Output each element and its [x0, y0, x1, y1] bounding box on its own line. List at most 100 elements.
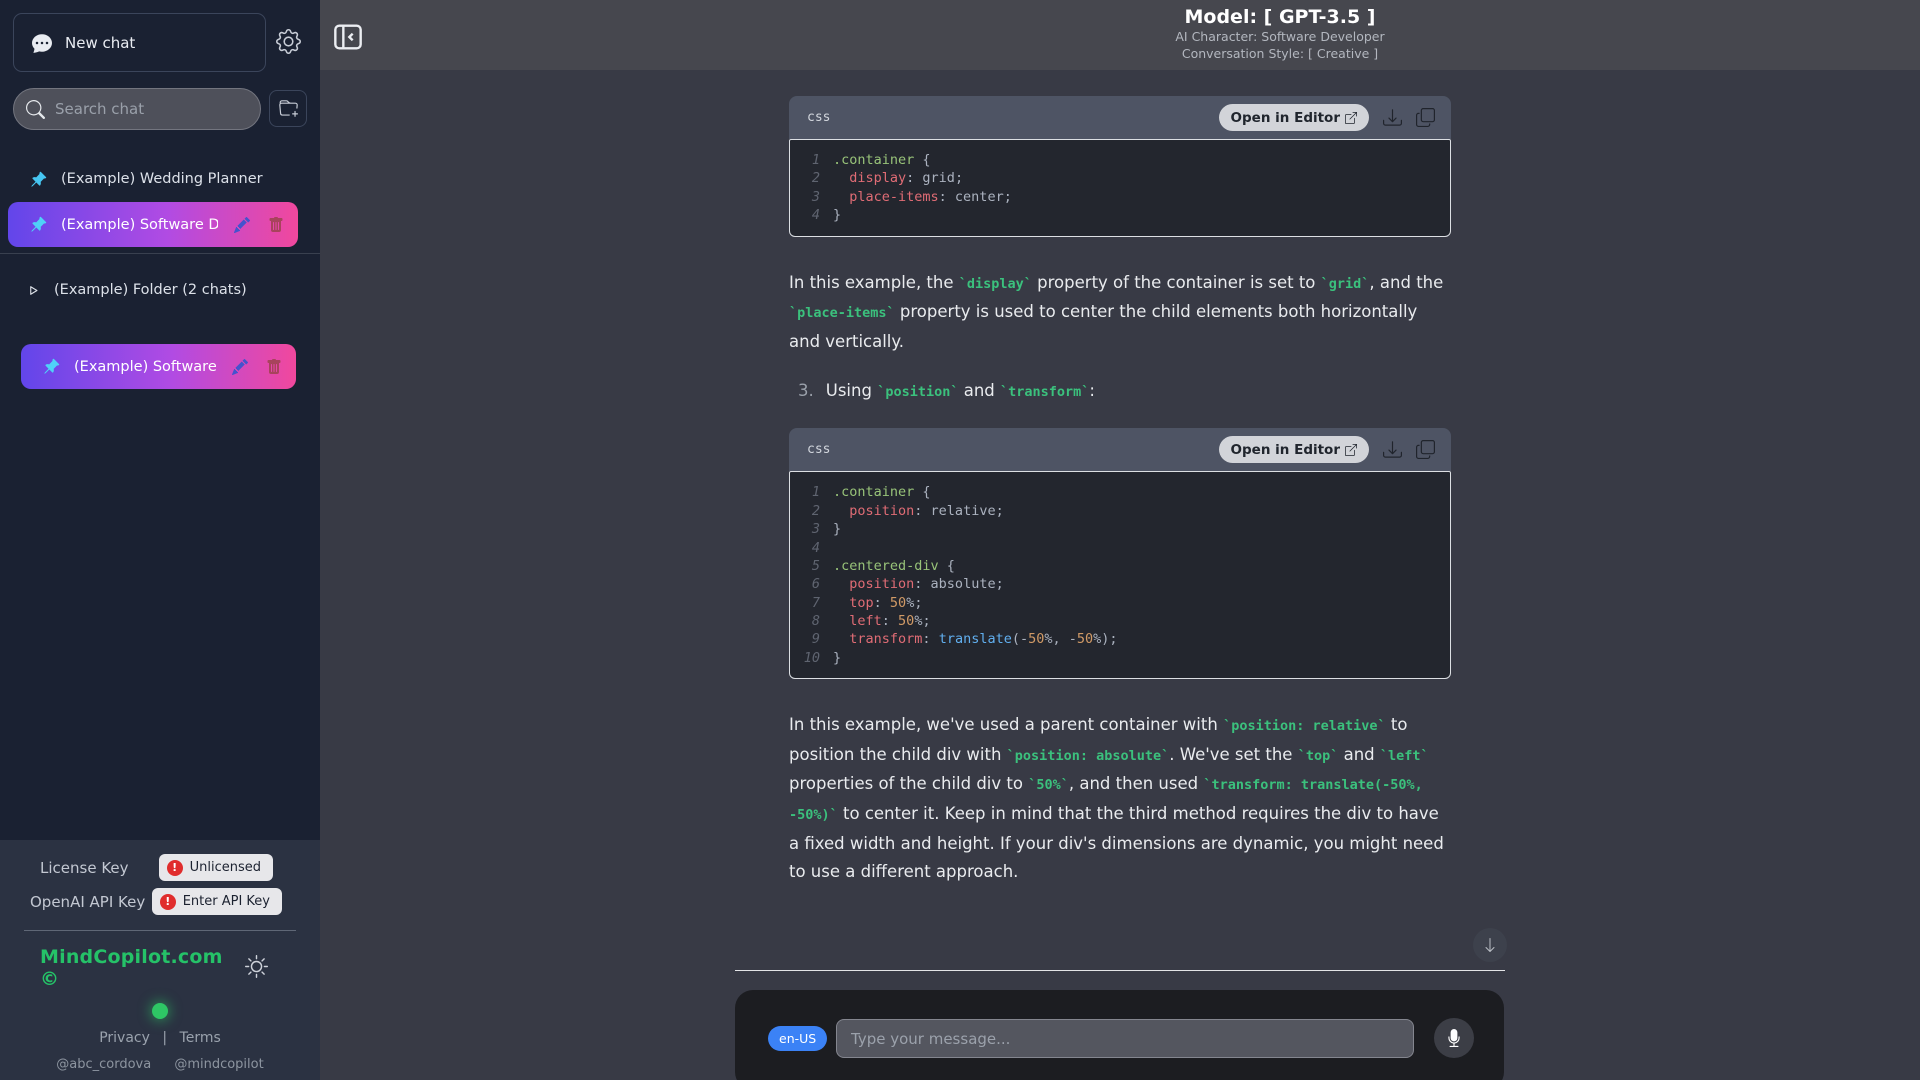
download-code-button[interactable]	[1383, 440, 1402, 459]
new-folder-button[interactable]	[269, 90, 307, 127]
code-line: 6 position: absolute;	[802, 575, 1436, 593]
delete-chat-button[interactable]	[266, 215, 286, 235]
inline-code: `transform`	[1000, 384, 1090, 401]
terms-link[interactable]: Terms	[180, 1030, 221, 1046]
code-token: translate	[938, 631, 1012, 648]
pin-icon	[44, 358, 60, 374]
edit-icon	[232, 358, 248, 375]
code-token: 50	[1028, 631, 1045, 648]
edit-icon	[234, 216, 250, 233]
mic-button[interactable]	[1434, 1018, 1474, 1058]
main-area: Model: [ GPT-3.5 ] AI Character: Softwar…	[320, 0, 1920, 1080]
code-token: %);	[1093, 631, 1118, 648]
license-row: License Key ! Unlicensed	[40, 854, 273, 881]
status-dot	[152, 1003, 168, 1019]
open-in-editor-label: Open in Editor	[1230, 441, 1340, 458]
line-number: 10	[803, 649, 820, 666]
code-block-header: css Open in Editor	[789, 96, 1451, 139]
message-input[interactable]	[836, 1019, 1414, 1058]
conversation-settings-header: Model: [ GPT-3.5 ] AI Character: Softwar…	[1175, 6, 1384, 62]
code-token: transform	[849, 631, 923, 648]
copy-code-button[interactable]	[1416, 440, 1435, 460]
line-number: 1	[811, 152, 820, 168]
code-token: left	[849, 613, 882, 630]
brand-logo-text: MindCopilot.com ©	[40, 946, 223, 990]
sidebar-footer: License Key ! Unlicensed OpenAI API Key …	[0, 840, 320, 1080]
microphone-icon	[1448, 1029, 1460, 1047]
line-number: 3	[811, 521, 820, 538]
enter-api-key-badge[interactable]: ! Enter API Key	[151, 888, 282, 915]
search-icon	[26, 99, 45, 119]
alert-icon: !	[159, 893, 176, 910]
sidebar-search-row	[13, 88, 307, 130]
download-code-button[interactable]	[1383, 108, 1402, 127]
text-run: Using	[825, 381, 878, 401]
code-actions: Open in Editor	[1218, 436, 1435, 464]
ordered-list-item: 3. Using `position` and `transform`:	[789, 381, 1451, 400]
code-line: 1 .container {	[802, 483, 1436, 501]
text-run: and	[958, 381, 1001, 401]
code-token: : relative;	[914, 502, 1004, 519]
external-link-icon	[1345, 443, 1357, 456]
sidebar-item-chat[interactable]: (Example) Software Developer	[8, 202, 298, 247]
message-paragraph: In this example, we've used a parent con…	[789, 711, 1451, 887]
sidebar-item-chat[interactable]: (Example) Software De...	[21, 344, 296, 389]
footer-links: Privacy | Terms	[0, 1030, 320, 1046]
line-number: 4	[811, 207, 820, 224]
line-number: 7	[811, 594, 820, 611]
code-token: }	[833, 649, 842, 666]
message-paragraph: In this example, the `display` property …	[789, 269, 1451, 357]
delete-chat-button[interactable]	[264, 357, 284, 377]
line-number: 3	[811, 188, 820, 205]
theme-toggle-button[interactable]	[243, 953, 270, 983]
collapse-sidebar-icon	[334, 23, 362, 50]
chat-list-divider	[0, 253, 320, 254]
code-token: : center;	[938, 188, 1012, 205]
folder-label: (Example) Folder (2 chats)	[54, 282, 247, 298]
link-separator: |	[162, 1030, 168, 1046]
code-block: css Open in Editor 1 .con	[789, 428, 1451, 680]
delete-icon	[269, 216, 283, 232]
list-marker: 3.	[798, 381, 814, 401]
brand-row: MindCopilot.com ©	[40, 946, 280, 990]
language-chip[interactable]: en-US	[768, 1026, 828, 1051]
inline-code: `left`	[1379, 747, 1429, 764]
composer: en-US	[735, 990, 1504, 1080]
line-number: 5	[811, 557, 820, 574]
open-in-editor-button[interactable]: Open in Editor	[1218, 436, 1369, 464]
code-token: place-items	[849, 188, 939, 205]
code-token: : absolute;	[914, 576, 1004, 593]
pin-icon	[31, 216, 47, 232]
open-in-editor-button[interactable]: Open in Editor	[1218, 104, 1369, 131]
code-token: 50	[889, 594, 907, 611]
code-line: 5 .centered-div {	[802, 557, 1436, 575]
code-line: 1 .container {	[802, 151, 1436, 169]
sidebar-item-chat[interactable]: (Example) Wedding Planner	[0, 158, 320, 200]
sidebar-toggle-button[interactable]	[330, 20, 366, 56]
character-subtitle: AI Character: Software Developer	[1175, 29, 1385, 44]
chat-list: (Example) Wedding Planner (Example) Softw…	[0, 158, 320, 389]
new-chat-button[interactable]: New chat	[13, 13, 266, 72]
privacy-link[interactable]: Privacy	[99, 1030, 150, 1046]
copy-icon	[1416, 440, 1435, 460]
line-number: 2	[811, 170, 820, 187]
copy-code-button[interactable]	[1416, 108, 1435, 127]
copy-icon	[1416, 108, 1435, 127]
license-key-label: License Key	[40, 858, 129, 877]
code-token: }	[833, 207, 842, 224]
inline-code: `position: absolute`	[1006, 747, 1170, 764]
edit-chat-button[interactable]	[232, 215, 252, 235]
code-token: {	[914, 484, 931, 501]
search-input[interactable]	[55, 100, 252, 118]
author-handle-link[interactable]: @abc_cordova	[56, 1057, 151, 1072]
sidebar-item-folder[interactable]: (Example) Folder (2 chats)	[0, 268, 320, 312]
edit-chat-button[interactable]	[230, 357, 250, 377]
brand-handle-link[interactable]: @mindcopilot	[174, 1057, 263, 1072]
code-line: 3 place-items: center;	[802, 188, 1436, 206]
settings-button[interactable]	[272, 25, 305, 61]
scroll-to-bottom-button[interactable]	[1473, 928, 1507, 962]
code-token: {	[914, 152, 931, 168]
code-content: 1 .container {2 display: grid; 3 place-ite…	[789, 139, 1451, 237]
license-status-badge[interactable]: ! Unlicensed	[158, 854, 273, 881]
